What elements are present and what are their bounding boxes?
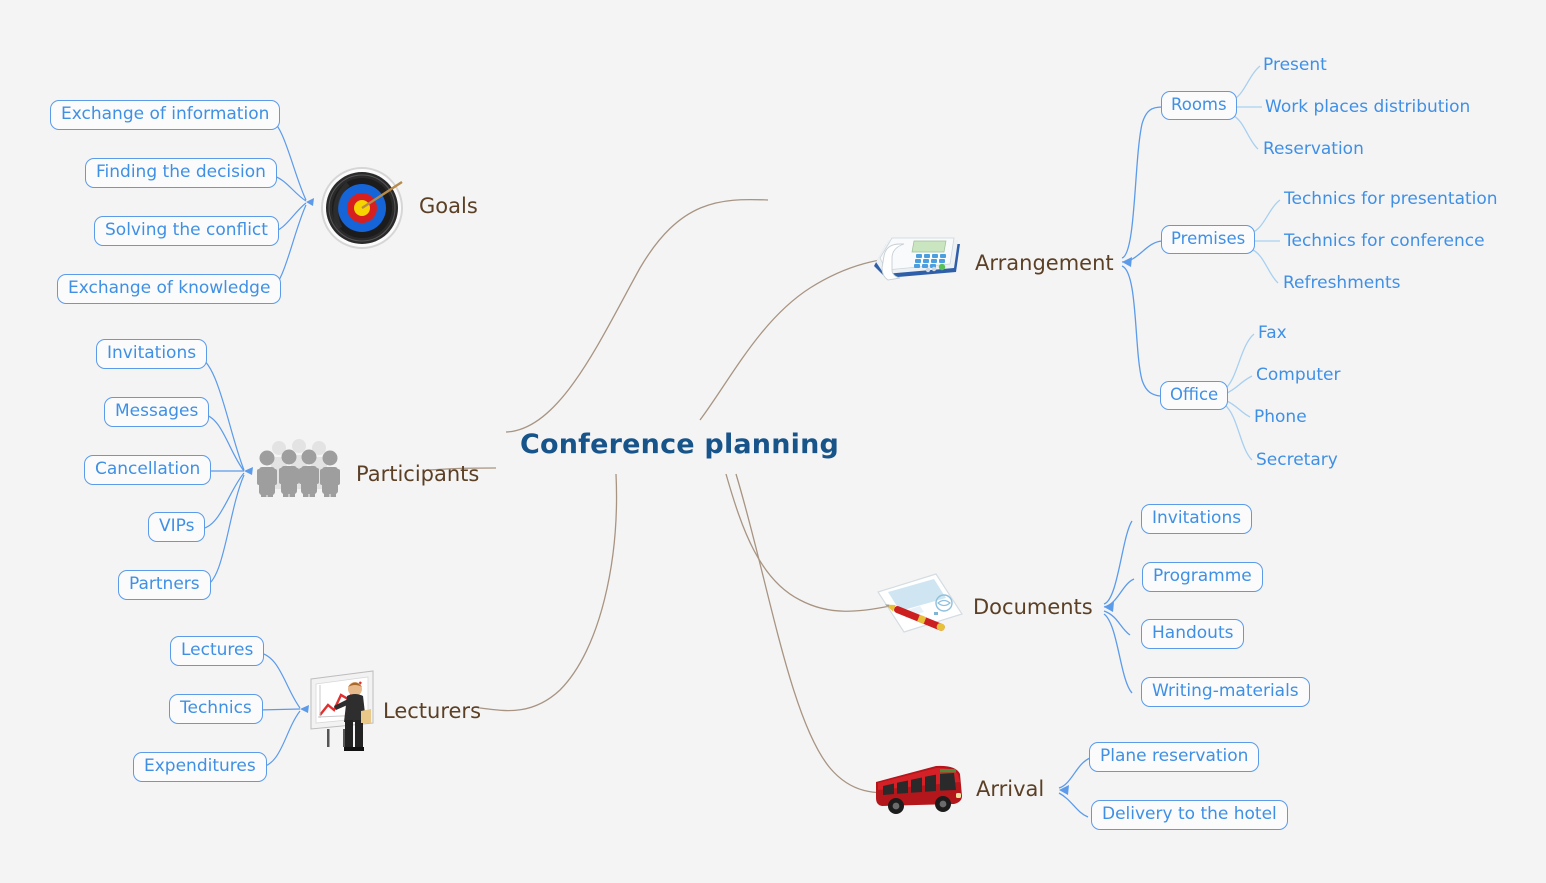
node-label: Partners [118,570,211,601]
node-label: Expenditures [133,752,267,783]
target-icon [318,166,406,250]
connector-documents-writing-materials [1103,613,1133,694]
node-finding-the-decision[interactable]: Finding the decision [85,158,277,189]
node-technics[interactable]: Technics [169,694,263,725]
arrangement-arrow-head [1122,257,1132,267]
goals-sub-connectors [267,117,314,292]
node-computer[interactable]: Computer [1256,365,1341,385]
node-label: Writing-materials [1141,677,1310,708]
node-label: Technics [169,694,263,725]
node-invitations-participants[interactable]: Invitations [96,339,208,370]
node-delivery-to-the-hotel[interactable]: Delivery to the hotel [1091,800,1288,831]
node-lectures[interactable]: Lectures [170,636,265,667]
node-fax[interactable]: Fax [1258,323,1287,343]
node-label: Finding the decision [85,158,277,189]
central-topic[interactable]: Conference planning [520,429,839,460]
node-messages[interactable]: Messages [104,397,210,428]
node-label: Exchange of knowledge [57,274,282,305]
connector-arrival-plane-reservation [1058,757,1091,789]
node-label: Invitations [96,339,208,370]
connector-arrangement-rooms [1121,106,1163,259]
connector-arrangement-premises [1121,240,1163,263]
bus-icon [870,762,966,816]
node-secretary[interactable]: Secretary [1256,450,1338,470]
connector-documents-handouts [1103,610,1131,636]
connector-office-phone [1224,399,1251,418]
node-label: Office [1160,381,1229,411]
connector-center-goals [505,198,769,433]
node-exchange-of-information[interactable]: Exchange of information [50,100,281,131]
node-technics-for-conference[interactable]: Technics for conference [1284,231,1485,251]
node-label: Lectures [170,636,265,667]
node-label: Delivery to the hotel [1091,800,1288,831]
node-label: Handouts [1141,619,1245,650]
node-present[interactable]: Present [1263,55,1327,75]
node-cancellation[interactable]: Cancellation [84,455,212,486]
node-reservation[interactable]: Reservation [1263,139,1364,159]
lecturers-sub-connectors [255,651,309,769]
node-vips[interactable]: VIPs [148,512,206,543]
node-label: Cancellation [84,455,212,486]
node-office[interactable]: Office [1160,381,1229,411]
documents-sub-connectors [1103,520,1135,694]
branch-label-goals[interactable]: Goals [419,194,478,218]
connector-center-lecturers [479,473,618,712]
connector-documents-programme [1103,578,1135,608]
node-label: Invitations [1141,504,1253,535]
branch-label-lecturers[interactable]: Lecturers [383,699,481,723]
arrival-arrow-head [1059,785,1069,795]
connector-premises-technics-presentation [1250,199,1281,234]
node-label: Premises [1161,225,1256,255]
node-programme[interactable]: Programme [1142,562,1263,593]
node-work-places-distribution[interactable]: Work places distribution [1265,97,1470,117]
mindmap-canvas: Conference planning Goals Participants L… [0,0,1546,883]
node-expenditures[interactable]: Expenditures [133,752,267,783]
office-leaf-connectors [1224,333,1255,461]
node-technics-for-presentation[interactable]: Technics for presentation [1284,189,1498,209]
main-branch-connectors [429,198,916,794]
node-handouts[interactable]: Handouts [1141,619,1245,650]
people-group-icon [251,436,347,500]
node-refreshments[interactable]: Refreshments [1283,273,1401,293]
node-writing-materials[interactable]: Writing-materials [1141,677,1310,708]
node-label: Plane reservation [1089,742,1260,773]
connector-office-computer [1224,375,1253,395]
arrangement-sub-connectors [1121,106,1163,397]
node-phone[interactable]: Phone [1254,407,1307,427]
connector-arrival-delivery-hotel [1058,792,1089,818]
node-invitations-documents[interactable]: Invitations [1141,504,1253,535]
presenter-flipchart-icon [303,665,383,753]
branch-label-participants[interactable]: Participants [356,462,479,486]
connector-office-secretary [1224,404,1253,461]
fax-phone-icon [868,226,966,288]
node-label: Messages [104,397,210,428]
documents-arrow-head [1104,602,1114,612]
node-label: Exchange of information [50,100,281,131]
arrival-sub-connectors [1058,757,1091,818]
node-label: VIPs [148,512,206,543]
node-premises[interactable]: Premises [1161,225,1256,255]
node-label: Solving the conflict [94,216,279,247]
branch-label-arrangement[interactable]: Arrangement [975,251,1114,275]
node-rooms[interactable]: Rooms [1161,91,1237,121]
node-label: Rooms [1161,91,1237,121]
node-label: Programme [1142,562,1263,593]
branch-label-arrival[interactable]: Arrival [976,777,1044,801]
goals-arrow-head [306,198,314,206]
connector-documents-invitations [1103,520,1133,605]
node-plane-reservation[interactable]: Plane reservation [1089,742,1260,773]
connector-office-fax [1224,333,1255,390]
connector-lecturers-technics [257,708,301,711]
node-exchange-of-knowledge[interactable]: Exchange of knowledge [57,274,282,305]
node-partners[interactable]: Partners [118,570,211,601]
premises-leaf-connectors [1250,199,1281,284]
node-solving-the-conflict[interactable]: Solving the conflict [94,216,279,247]
branch-label-documents[interactable]: Documents [973,595,1093,619]
connector-center-documents [725,473,891,612]
connector-arrangement-office [1121,265,1161,397]
document-pen-icon [872,570,966,638]
